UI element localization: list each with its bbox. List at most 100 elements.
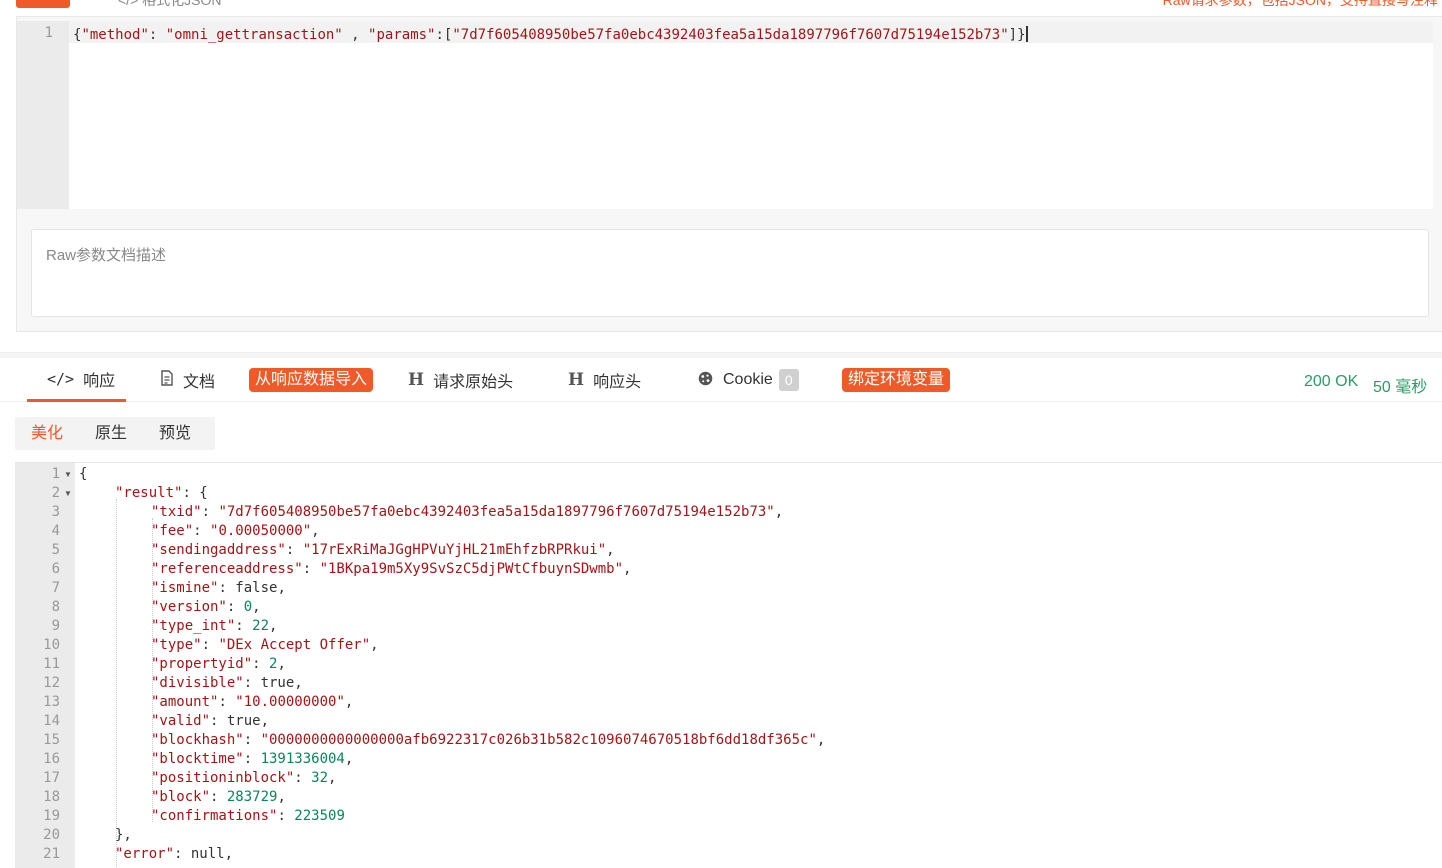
raw-hint-text: Raw请求参数，包括JSON，支持直接写注释 [1162, 0, 1438, 8]
json-key: "referenceaddress" [151, 561, 303, 577]
line-number: 4 [51, 523, 60, 539]
json-colon: : [201, 504, 219, 520]
response-code-line: "positioninblock": 32, [151, 769, 336, 788]
json-punct: , [816, 732, 826, 748]
json-value: 223509 [294, 808, 345, 824]
json-punct: , [277, 789, 286, 805]
json-punct: , [277, 656, 286, 672]
view-mode-raw[interactable]: 原生 [79, 417, 143, 450]
code-key: "params" [368, 27, 436, 43]
document-icon [160, 370, 174, 390]
view-mode-preview[interactable]: 预览 [143, 417, 207, 450]
json-key: "propertyid" [151, 656, 253, 672]
json-punct: , [623, 561, 632, 577]
tab-docs[interactable]: 文档 [160, 358, 215, 402]
response-tabs: </> 响应 文档 从响应数据导入 H 请求原始头 H 响应头 Cookie 0… [0, 358, 1442, 402]
tab-label: Cookie [723, 371, 773, 388]
line-number: 17 [43, 770, 60, 786]
response-code-line: "ismine": false, [151, 579, 286, 598]
line-number: 10 [43, 637, 60, 653]
code-string: "7d7f605408950be57fa0ebc4392403fea5a15da… [452, 27, 1009, 43]
raw-type-tag[interactable] [16, 0, 70, 8]
json-key: "valid" [151, 713, 211, 729]
fold-toggle-icon[interactable]: ▼ [64, 465, 72, 484]
tab-cookie[interactable]: Cookie 0 [697, 358, 799, 402]
tab-label: 文档 [183, 374, 216, 391]
response-code-line: "txid": "7d7f605408950be57fa0ebc4392403f… [151, 503, 783, 522]
json-punct: , [311, 523, 320, 539]
bind-env-vars-button[interactable]: 绑定环境变量 [842, 368, 951, 392]
json-punct: , [344, 694, 354, 710]
tab-request-headers[interactable]: H 请求原始头 [408, 358, 513, 402]
format-json-button[interactable]: </> 格式化JSON [118, 0, 221, 10]
response-code-line: "error": null, [115, 845, 233, 864]
json-colon: : [218, 694, 236, 710]
line-number: 2 [51, 485, 60, 501]
json-value: 1391336004 [260, 751, 345, 767]
line-number: 3 [51, 504, 60, 520]
request-code-editor[interactable]: 1 {"method": "omni_gettransaction" , "pa… [17, 21, 1433, 209]
raw-description-input[interactable]: Raw参数文档描述 [31, 229, 1429, 317]
json-colon: : [210, 789, 227, 805]
response-code-line: "sendingaddress": "17rExRiMaJGgHPVuYjHL2… [151, 541, 615, 560]
import-from-response-button[interactable]: 从响应数据导入 [249, 368, 374, 392]
line-number: 20 [43, 827, 60, 843]
line-number: 13 [43, 694, 60, 710]
json-key: "sendingaddress" [151, 542, 286, 558]
line-number: 6 [51, 561, 60, 577]
response-code-viewer[interactable]: 1 ▼ 2 ▼ 3 4 5 6 7 8 9 10 11 12 13 14 15 16 17 18 19 20 21 {"re… [15, 462, 1442, 868]
json-colon: : [243, 675, 261, 691]
fold-toggle-icon[interactable]: ▼ [64, 484, 72, 503]
tab-label: 响应头 [593, 374, 642, 391]
line-number: 15 [43, 732, 60, 748]
response-code-line: { [79, 465, 87, 484]
json-key: "txid" [151, 504, 202, 520]
json-punct: , [269, 618, 278, 634]
tab-response-headers[interactable]: H 响应头 [568, 358, 641, 402]
json-value: }, [115, 827, 132, 843]
json-key: "positioninblock" [151, 770, 295, 786]
response-code-line: "propertyid": 2, [151, 655, 286, 674]
line-number: 8 [51, 599, 60, 615]
heading-icon: H [408, 370, 425, 390]
line-number: 9 [51, 618, 60, 634]
json-colon: : [226, 599, 244, 615]
json-key: "result" [115, 485, 183, 501]
response-code-line: "type_int": 22, [151, 617, 277, 636]
json-value: "7d7f605408950be57fa0ebc4392403fea5a15da… [218, 504, 775, 520]
line-number: 1 [44, 25, 53, 41]
code-brace: ]} [1008, 27, 1026, 43]
response-code-line: "valid": true, [151, 712, 269, 731]
json-colon: : [210, 713, 227, 729]
json-colon: : [201, 637, 219, 653]
line-number: 18 [43, 789, 60, 805]
json-value: { [79, 466, 88, 482]
response-code-line: "amount": "10.00000000", [151, 693, 353, 712]
json-value: 283729 [226, 789, 278, 805]
json-punct: , [328, 770, 337, 786]
text-cursor [1025, 26, 1028, 42]
response-line-gutter: 1 ▼ 2 ▼ 3 4 5 6 7 8 9 10 11 12 13 14 15 16 17 18 19 20 21 [15, 463, 75, 868]
json-punct: , [224, 846, 234, 862]
tab-response[interactable]: </> 响应 [27, 358, 126, 402]
response-code-line: "divisible": true, [151, 674, 303, 693]
cookie-count-badge: 0 [778, 369, 799, 391]
line-number: 16 [43, 751, 60, 767]
request-line-gutter: 1 [17, 21, 69, 209]
code-punct: :[ [435, 27, 453, 43]
code-punct: : [148, 27, 166, 43]
json-colon: : [285, 542, 303, 558]
json-key: "blockhash" [151, 732, 244, 748]
view-mode-switch: 美化 原生 预览 [15, 417, 215, 450]
response-code-line: "version": 0, [151, 598, 261, 617]
request-code-line[interactable]: {"method": "omni_gettransaction" , "para… [73, 26, 1028, 43]
json-key: "type" [151, 637, 202, 653]
json-punct: , [294, 675, 303, 691]
response-time: 50 毫秒 [1373, 379, 1428, 396]
line-number: 1 [51, 466, 60, 482]
api-debug-panel: </> 格式化JSON Raw请求参数，包括JSON，支持直接写注释 1 {"m… [0, 0, 1442, 868]
line-number: 12 [43, 675, 60, 691]
json-key: "confirmations" [151, 808, 278, 824]
view-mode-beautify[interactable]: 美化 [15, 417, 79, 450]
line-number: 19 [43, 808, 60, 824]
